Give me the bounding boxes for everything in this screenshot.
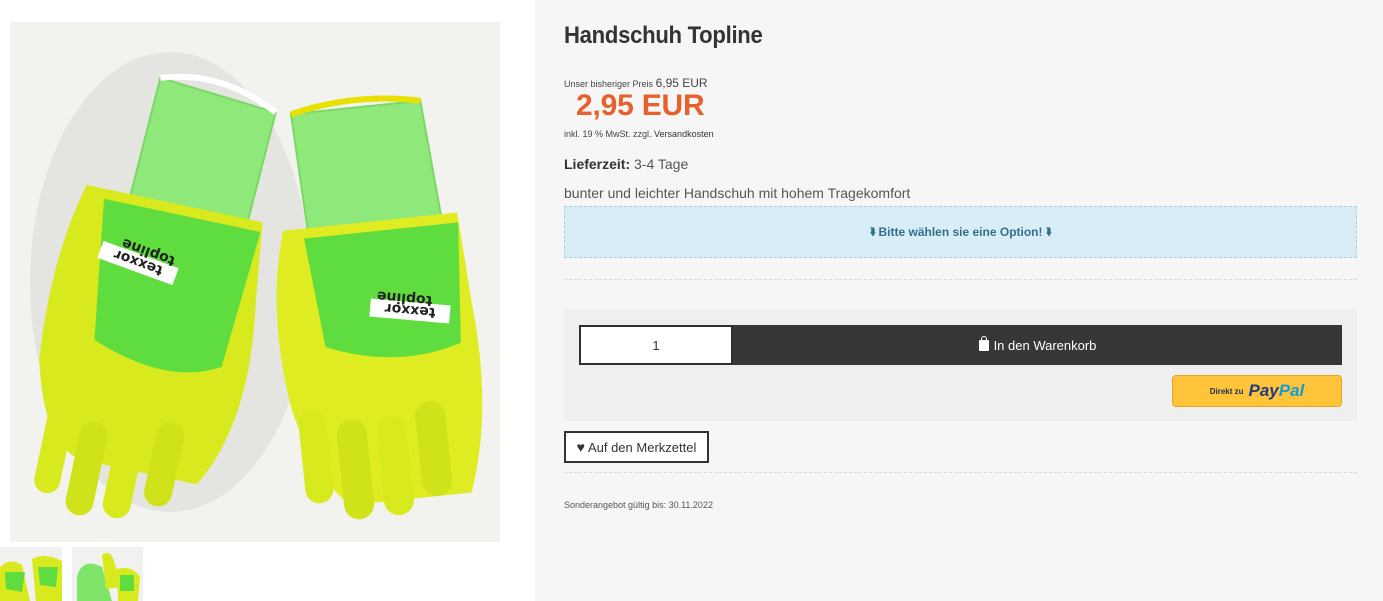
paypal-prefix: Direkt zu: [1209, 386, 1244, 396]
paypal-logo-icon: PayPal: [1248, 381, 1305, 400]
paypal-express-button[interactable]: Direkt zu PayPal: [1172, 375, 1342, 407]
current-price: 2,95 EUR: [576, 89, 705, 122]
product-title: Handschuh Topline: [564, 22, 763, 49]
shopping-bag-icon: [978, 335, 989, 351]
special-offer-validity: Sonderangebot gültig bis: 30.11.2022: [564, 500, 713, 510]
old-price-row: Unser bisheriger Preis 6,95 EUR: [564, 76, 708, 90]
divider: [564, 472, 1357, 473]
wishlist-label: Auf den Merkzettel: [587, 439, 697, 455]
wishlist-button[interactable]: ♥ Auf den Merkzettel: [564, 431, 709, 463]
old-price-label: Unser bisheriger Preis: [564, 79, 654, 89]
product-main-image[interactable]: texxor topline texxor topline: [10, 22, 500, 542]
tax-text: inkl. 19 % MwSt. zzgl.: [564, 129, 652, 139]
product-thumbnail-1[interactable]: [0, 547, 62, 601]
heart-icon: ♥: [576, 439, 585, 455]
option-prompt: Bitte wählen sie eine Option!: [878, 225, 1043, 239]
product-thumbnail-2[interactable]: [72, 547, 143, 601]
delivery-label: Lieferzeit:: [564, 156, 631, 172]
old-price-value: 6,95 EUR: [655, 76, 708, 90]
add-to-cart-panel: In den Warenkorb Direkt zu PayPal: [564, 309, 1357, 421]
product-short-description: bunter und leichter Handschuh mit hohem …: [564, 185, 911, 201]
shipping-costs-link[interactable]: Versandkosten: [654, 129, 714, 139]
add-to-cart-button[interactable]: In den Warenkorb: [733, 325, 1342, 365]
double-chevron-down-icon: ⮯: [1045, 226, 1052, 238]
add-to-cart-label: In den Warenkorb: [993, 337, 1097, 353]
option-select-toggle[interactable]: ⮯ Bitte wählen sie eine Option! ⮯: [564, 206, 1357, 258]
product-gallery: texxor topline texxor topline: [0, 0, 535, 601]
divider: [564, 279, 1357, 280]
double-chevron-down-icon: ⮯: [869, 226, 876, 238]
delivery-time: Lieferzeit: 3-4 Tage: [564, 156, 688, 172]
delivery-value: 3-4 Tage: [634, 156, 689, 172]
tax-info: inkl. 19 % MwSt. zzgl. Versandkosten: [564, 129, 714, 139]
quantity-input[interactable]: [579, 325, 733, 365]
